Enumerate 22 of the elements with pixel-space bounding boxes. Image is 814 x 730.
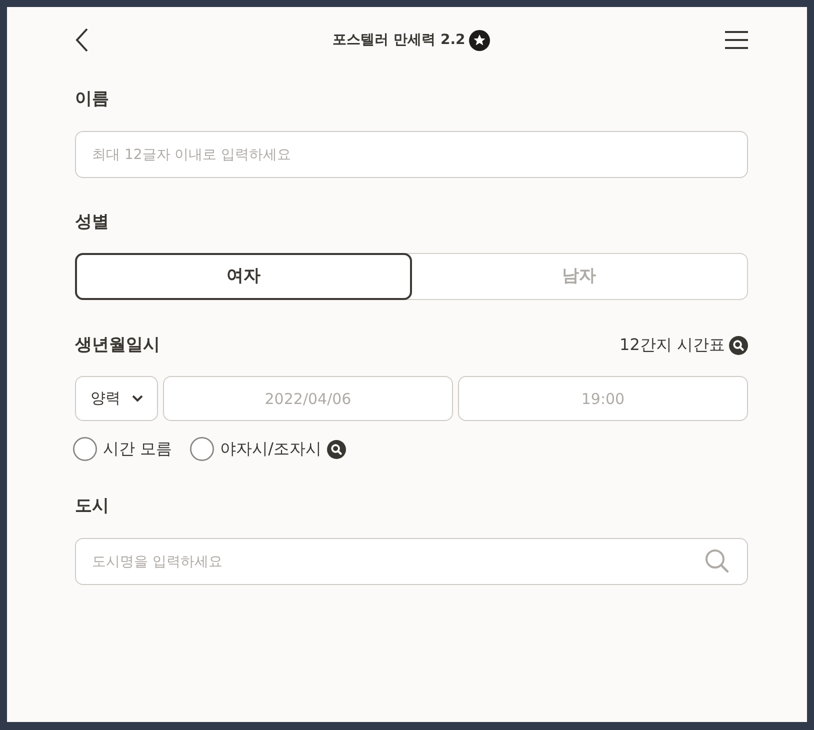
radio-button[interactable] bbox=[190, 437, 214, 461]
menu-icon[interactable] bbox=[725, 31, 748, 49]
birth-date-field[interactable]: 2022/04/06 bbox=[163, 376, 453, 421]
name-label: 이름 bbox=[75, 88, 109, 111]
radio-label[interactable]: 시간 모름 bbox=[103, 437, 172, 461]
calendar-type-dropdown[interactable]: 양력 bbox=[75, 376, 158, 421]
search-icon[interactable] bbox=[729, 336, 748, 354]
city-label: 도시 bbox=[75, 495, 109, 518]
radio-label[interactable]: 야자시/조자시 bbox=[220, 437, 322, 461]
gender-label: 성별 bbox=[75, 211, 109, 234]
birth-time-field[interactable]: 19:00 bbox=[458, 376, 748, 421]
app-title: 포스텔러 만세력 2.2 bbox=[332, 30, 466, 50]
name-input-field[interactable]: 최대 12글자 이내로 입력하세요 bbox=[75, 131, 748, 178]
back-icon[interactable] bbox=[75, 28, 88, 52]
star-badge-icon bbox=[469, 30, 490, 50]
birth-datetime-label: 생년월일시 bbox=[75, 334, 160, 357]
chevron-down-icon bbox=[132, 395, 142, 402]
city-search-field[interactable]: 도시명을 입력하세요 bbox=[75, 538, 748, 585]
gender-option[interactable]: 여자 bbox=[75, 253, 412, 300]
search-icon[interactable] bbox=[327, 440, 346, 458]
radio-button[interactable] bbox=[73, 437, 97, 461]
zodiac-time-table-link[interactable]: 12간지 시간표 bbox=[620, 333, 725, 357]
